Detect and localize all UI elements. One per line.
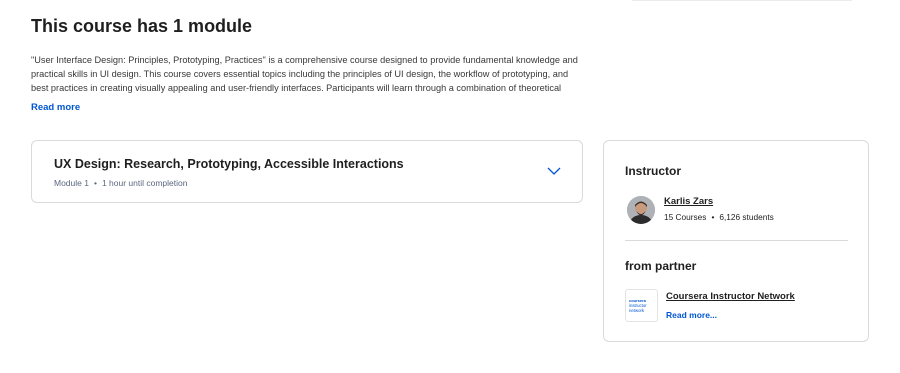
sidebar-card: Instructor Karlis Zars 15 Courses • 6,126 …	[603, 140, 869, 342]
partner-heading: from partner	[625, 259, 697, 273]
instructor-name-link[interactable]: Karlis Zars	[664, 196, 713, 207]
instructor-courses: 15 Courses	[664, 212, 707, 222]
partner-read-more-link[interactable]: Read more...	[666, 310, 717, 320]
avatar[interactable]	[627, 196, 655, 224]
course-description: "User Interface Design: Principles, Prot…	[31, 55, 578, 93]
instructor-heading: Instructor	[625, 164, 682, 178]
partner-name-link[interactable]: Coursera Instructor Network	[666, 291, 795, 302]
top-divider	[632, 0, 852, 1]
page-title: This course has 1 module	[31, 16, 253, 36]
meta-separator: •	[93, 178, 97, 188]
module-label: Module 1	[54, 178, 89, 188]
partner-logo[interactable]: coursera instructor network	[625, 289, 658, 322]
read-more-link[interactable]: Read more	[31, 102, 80, 113]
partner-logo-line2: instructor network	[629, 303, 647, 313]
stats-separator: •	[711, 212, 715, 222]
module-meta: Module 1 • 1 hour until completion	[54, 178, 187, 188]
instructor-students: 6,126 students	[719, 212, 774, 222]
chevron-down-icon[interactable]	[547, 166, 561, 176]
instructor-stats: 15 Courses • 6,126 students	[664, 212, 774, 222]
divider	[625, 240, 848, 241]
module-card[interactable]: UX Design: Research, Prototyping, Access…	[31, 140, 583, 203]
module-title: UX Design: Research, Prototyping, Access…	[54, 157, 404, 171]
module-duration: 1 hour until completion	[101, 178, 188, 188]
